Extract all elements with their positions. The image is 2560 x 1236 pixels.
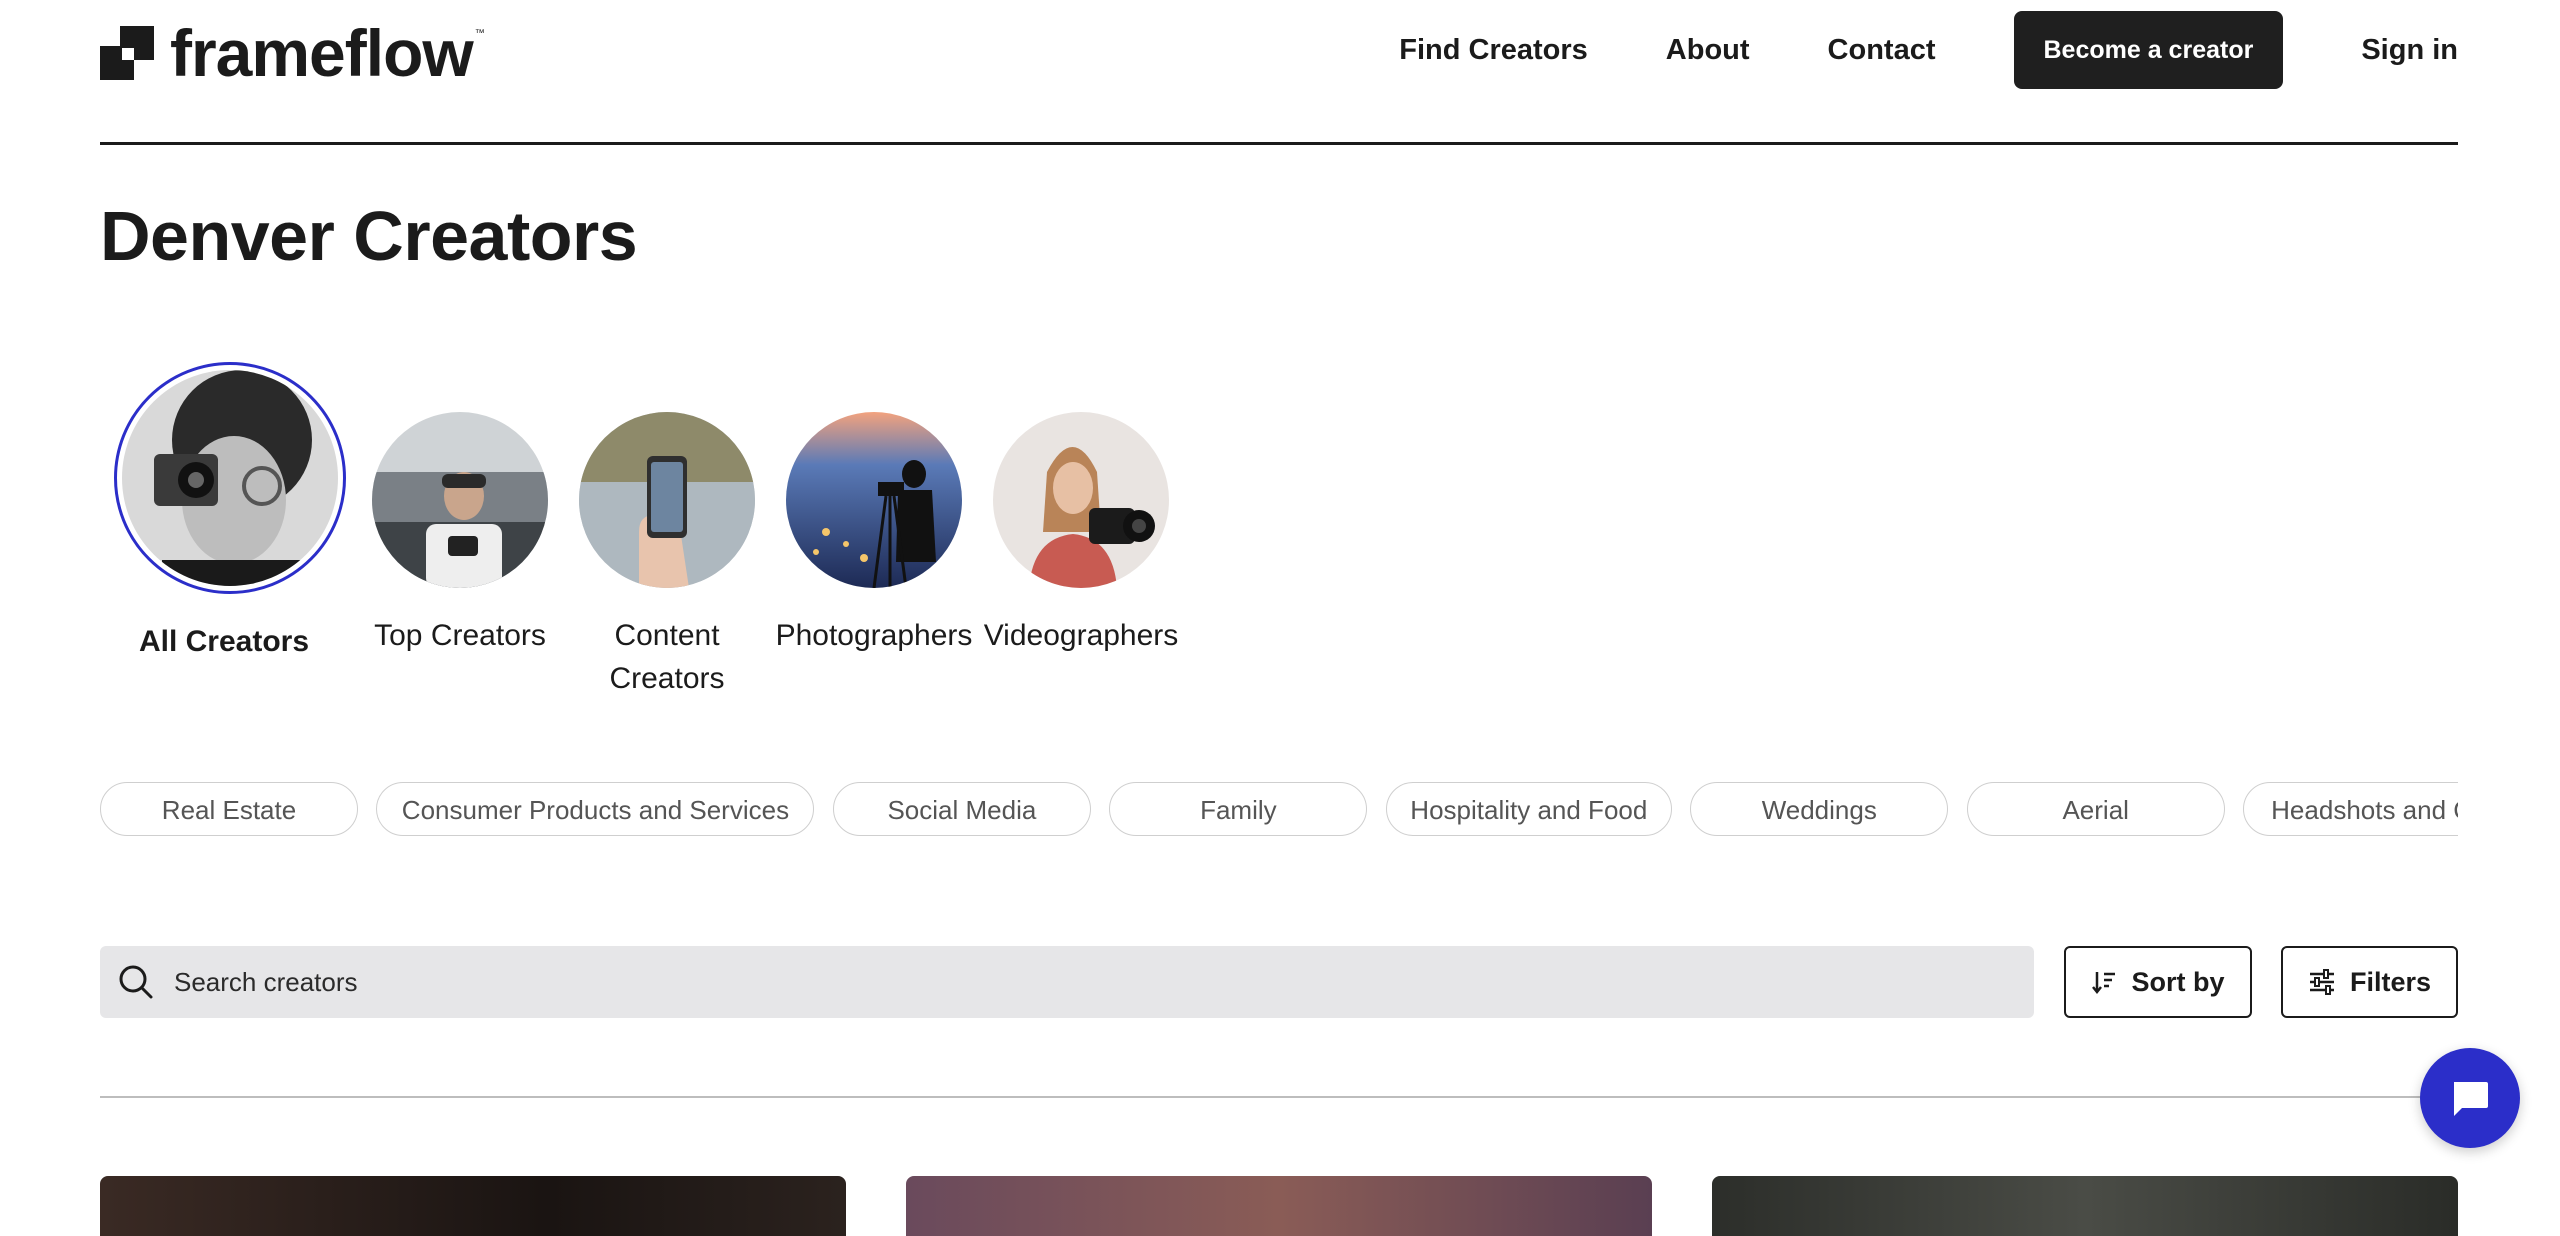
category-label: Content Creators xyxy=(609,619,725,695)
pill-weddings[interactable]: Weddings xyxy=(1690,782,1949,836)
category-videographers[interactable]: Videographers xyxy=(971,412,1191,657)
search-bar xyxy=(100,946,2034,1018)
main-nav: Find Creators About Contact Become a cre… xyxy=(1321,10,2458,90)
page-title: Denver Creators xyxy=(100,197,638,275)
videographers-avatar xyxy=(993,412,1169,588)
pill-family[interactable]: Family xyxy=(1109,782,1368,836)
nav-contact[interactable]: Contact xyxy=(1828,34,1936,67)
category-label: All Creators xyxy=(138,625,310,658)
creator-card[interactable] xyxy=(906,1176,1652,1236)
pill-consumer-products[interactable]: Consumer Products and Services xyxy=(376,782,815,836)
creator-card[interactable] xyxy=(100,1176,846,1236)
photographers-avatar xyxy=(786,412,962,588)
category-label: Photographers xyxy=(775,619,973,652)
pill-headshots[interactable]: Headshots and Cor xyxy=(2243,782,2458,836)
chat-icon xyxy=(2454,1082,2488,1116)
logo-text: frameflow xyxy=(170,16,474,90)
all-creators-avatar xyxy=(114,362,346,594)
filters-label: Filters xyxy=(2349,966,2432,997)
logo-mark-icon xyxy=(100,26,154,80)
sign-in-link[interactable]: Sign in xyxy=(2361,34,2458,67)
results-divider xyxy=(100,1096,2458,1098)
top-creators-avatar xyxy=(372,412,548,588)
nav-about[interactable]: About xyxy=(1666,34,1750,67)
search-input[interactable] xyxy=(172,965,1876,999)
become-creator-button[interactable]: Become a creator xyxy=(2013,11,2284,89)
category-content-creators[interactable]: Content Creators xyxy=(557,412,777,700)
pill-social-media[interactable]: Social Media xyxy=(832,782,1091,836)
chat-launcher-button[interactable] xyxy=(2420,1048,2520,1148)
category-photographers[interactable]: Photographers xyxy=(764,412,984,657)
logo[interactable]: frameflow ™ xyxy=(100,20,485,86)
pill-aerial[interactable]: Aerial xyxy=(1966,782,2225,836)
pill-hospitality-food[interactable]: Hospitality and Food xyxy=(1385,782,1672,836)
filters-button[interactable]: Filters xyxy=(2281,946,2458,1018)
category-label: Top Creators xyxy=(374,619,546,652)
content-creators-avatar xyxy=(579,412,755,588)
category-top-creators[interactable]: Top Creators xyxy=(350,412,570,657)
header-divider xyxy=(100,142,2458,145)
sort-by-button[interactable]: Sort by xyxy=(2064,946,2252,1018)
pill-real-estate[interactable]: Real Estate xyxy=(100,782,358,836)
sort-icon xyxy=(2092,972,2116,995)
sort-by-label: Sort by xyxy=(2131,966,2225,997)
creator-card[interactable] xyxy=(1712,1176,2458,1236)
nav-find-creators[interactable]: Find Creators xyxy=(1399,34,1588,67)
category-label: Videographers xyxy=(983,619,1179,652)
search-icon xyxy=(119,965,153,999)
filters-icon xyxy=(2309,969,2334,995)
specialty-filter-pills: Real Estate Consumer Products and Servic… xyxy=(100,782,2458,838)
logo-trademark: ™ xyxy=(474,28,485,39)
category-all-creators[interactable]: All Creators xyxy=(114,362,346,663)
